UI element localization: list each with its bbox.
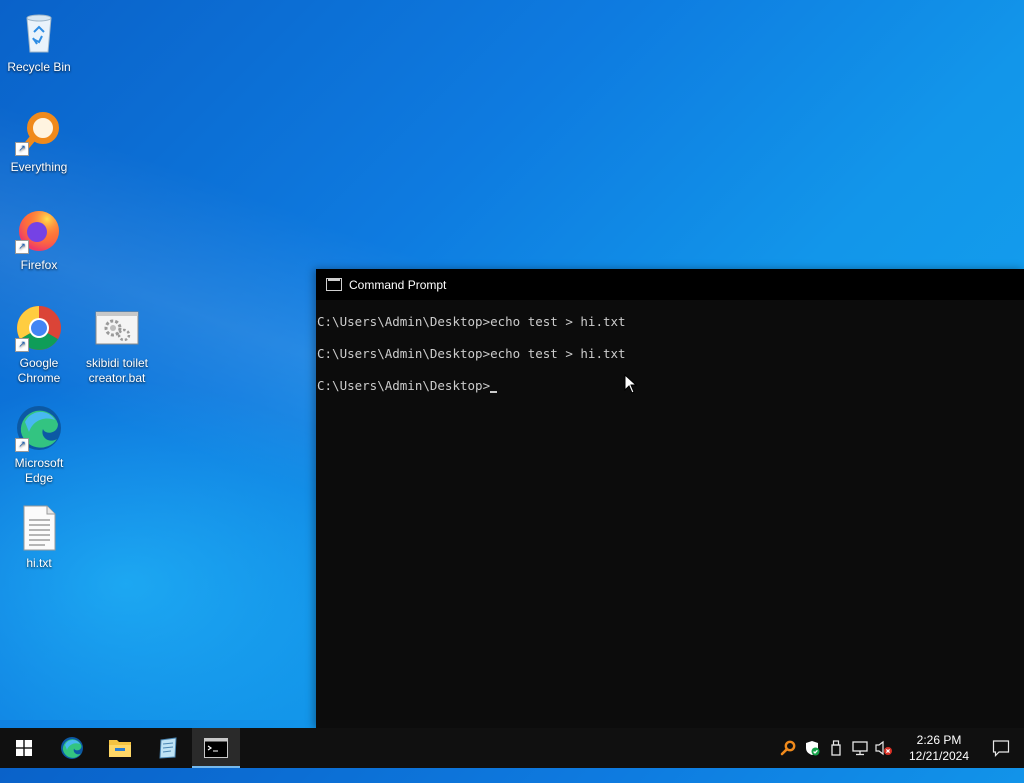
console-output[interactable]: C:\Users\Admin\Desktop>echo test > hi.tx… [316,300,1024,410]
desktop-icon-google-chrome[interactable]: ↗ Google Chrome [1,304,77,386]
desktop-icon-label: Recycle Bin [7,60,71,74]
start-button[interactable] [0,728,48,768]
desktop-icon-label: skibidi toilet creator.bat [85,356,149,385]
window-title: Command Prompt [349,277,447,292]
command-prompt-icon [204,738,228,758]
text-file-icon [15,504,63,552]
notepad-icon [159,737,177,759]
batch-file-gears-icon [93,304,141,352]
desktop-icon-label: hi.txt [26,556,52,570]
taskbar-clock[interactable]: 2:26 PM 12/21/2024 [900,732,978,764]
console-line: C:\Users\Admin\Desktop>echo test > hi.tx… [317,346,626,361]
shortcut-arrow-icon: ↗ [15,338,29,352]
desktop-icon-everything[interactable]: ↗ Everything [1,108,77,175]
clock-time: 2:26 PM [916,733,962,747]
chrome-icon: ↗ [15,304,63,352]
edge-icon [61,737,83,759]
console-prompt: C:\Users\Admin\Desktop> [317,378,491,393]
desktop-icon-recycle-bin[interactable]: Recycle Bin [1,8,77,75]
taskbar-command-prompt-button[interactable] [192,728,240,768]
taskbar-file-explorer-button[interactable] [96,728,144,768]
desktop-icon-label: Microsoft Edge [14,456,64,485]
desktop-icon-batch-file[interactable]: skibidi toilet creator.bat [79,304,155,386]
shortcut-arrow-icon: ↗ [15,240,29,254]
network-icon[interactable] [848,728,872,768]
everything-magnifier-icon: ↗ [15,108,63,156]
recycle-bin-icon [15,8,63,56]
taskbar: 2:26 PM 12/21/2024 [0,728,1024,768]
clock-date: 12/21/2024 [908,749,970,763]
window-title-bar[interactable]: Command Prompt [316,269,1024,300]
desktop-icon-label: Firefox [20,258,58,272]
console-line: C:\Users\Admin\Desktop>echo test > hi.tx… [317,314,626,329]
text-cursor [490,391,498,393]
desktop-icon-firefox[interactable]: ↗ Firefox [1,206,77,273]
desktop-icon-label: Google Chrome [17,356,61,385]
shortcut-arrow-icon: ↗ [15,438,29,452]
action-center-button[interactable] [978,728,1024,768]
everything-search-icon[interactable] [776,728,800,768]
desktop-icon-hi-txt[interactable]: hi.txt [1,504,77,571]
shortcut-arrow-icon: ↗ [15,142,29,156]
windows-security-icon[interactable] [800,728,824,768]
system-tray: 2:26 PM 12/21/2024 [776,728,1024,768]
windows-logo-icon [16,740,32,756]
volume-muted-icon[interactable] [872,728,896,768]
mouse-pointer-icon [624,373,638,399]
desktop-icon-microsoft-edge[interactable]: ↗ Microsoft Edge [1,404,77,486]
edge-icon: ↗ [15,404,63,452]
command-prompt-window[interactable]: Command Prompt C:\Users\Admin\Desktop>ec… [316,269,1024,728]
taskbar-notepad-button[interactable] [144,728,192,768]
notification-icon [992,740,1010,757]
usb-drive-icon[interactable] [824,728,848,768]
taskbar-edge-button[interactable] [48,728,96,768]
console-prompt-line[interactable]: C:\Users\Admin\Desktop> [317,378,1024,410]
desktop-icon-label: Everything [10,160,68,174]
firefox-icon: ↗ [15,206,63,254]
command-prompt-icon [326,278,342,291]
file-explorer-icon [109,740,131,757]
